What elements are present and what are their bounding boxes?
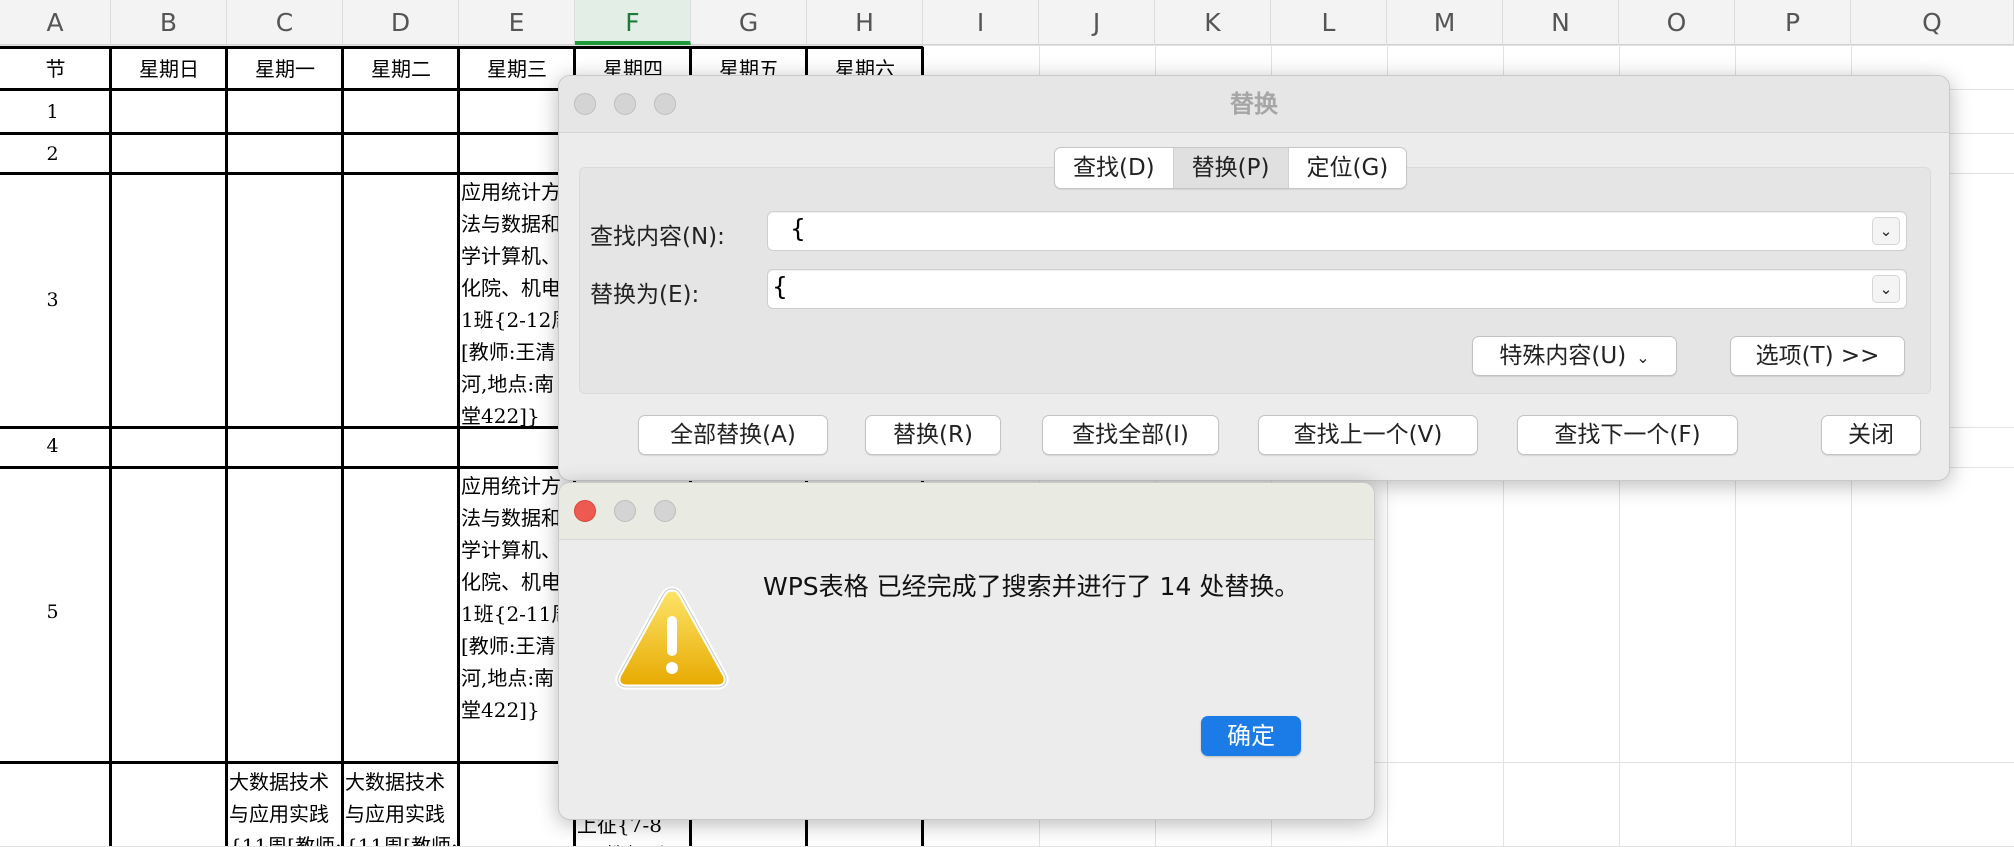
- column-header-c[interactable]: C: [227, 0, 343, 45]
- replace-dialog-titlebar[interactable]: 替换: [559, 76, 1949, 133]
- chevron-down-icon[interactable]: ⌄: [1872, 275, 1900, 303]
- special-content-button[interactable]: 特殊内容(U) ⌄: [1472, 336, 1677, 376]
- cell-A1[interactable]: 节: [0, 48, 111, 90]
- column-header-m[interactable]: M: [1387, 0, 1503, 45]
- row-label-2[interactable]: 2: [0, 143, 105, 165]
- column-header-k[interactable]: K: [1155, 0, 1271, 45]
- row-label-1[interactable]: 1: [0, 101, 105, 123]
- alert-titlebar[interactable]: [559, 483, 1374, 540]
- cell-D1[interactable]: 星期二: [343, 48, 459, 90]
- column-header-a[interactable]: A: [0, 0, 111, 45]
- cell-E3-course[interactable]: 应用统计方 法与数据和 学计算机、 化院、机电 1班{2-12周 [教师:王清 …: [461, 176, 561, 436]
- row-label-3[interactable]: 3: [0, 289, 105, 311]
- column-header-l[interactable]: L: [1271, 0, 1387, 45]
- alert-message: WPS表格 已经完成了搜索并进行了 14 处替换。: [763, 572, 1300, 601]
- column-header-e[interactable]: E: [459, 0, 575, 45]
- zoom-button[interactable]: [654, 500, 676, 522]
- column-header-i[interactable]: I: [923, 0, 1039, 45]
- minimize-button[interactable]: [614, 500, 636, 522]
- column-header-d[interactable]: D: [343, 0, 459, 45]
- column-header-f[interactable]: F: [575, 0, 691, 45]
- replace-input[interactable]: { ⌄: [767, 269, 1907, 309]
- replace-all-button[interactable]: 全部替换(A): [638, 415, 828, 455]
- find-label: 查找内容(N):: [590, 224, 725, 250]
- find-input[interactable]: { ⌄: [767, 211, 1907, 251]
- close-button[interactable]: [574, 500, 596, 522]
- table-border-vertical: [109, 47, 112, 846]
- column-header-n[interactable]: N: [1503, 0, 1619, 45]
- cell-D6-course[interactable]: 大数据技术 与应用实践 {11周[教师:: [345, 766, 459, 846]
- replace-label: 替换为(E):: [590, 282, 700, 308]
- row-label-4[interactable]: 4: [0, 435, 105, 457]
- table-border-vertical: [225, 47, 228, 846]
- ok-button[interactable]: 确定: [1201, 716, 1301, 756]
- close-button[interactable]: [574, 93, 596, 115]
- find-input-value: {: [790, 214, 806, 243]
- cell-C1[interactable]: 星期一: [227, 48, 343, 90]
- replace-button[interactable]: 替换(R): [865, 415, 1001, 455]
- column-header-p[interactable]: P: [1735, 0, 1851, 45]
- replace-input-value: {: [772, 272, 788, 301]
- column-header-h[interactable]: H: [807, 0, 923, 45]
- tab-replace[interactable]: 替换(P): [1173, 148, 1289, 188]
- alert-dialog: WPS表格 已经完成了搜索并进行了 14 处替换。 确定: [558, 482, 1375, 820]
- table-border-vertical: [457, 47, 460, 846]
- row-label-5[interactable]: 5: [0, 601, 105, 623]
- warning-icon: [615, 586, 729, 690]
- tab-goto[interactable]: 定位(G): [1289, 148, 1407, 188]
- column-header-j[interactable]: J: [1039, 0, 1155, 45]
- table-border-vertical: [341, 47, 344, 846]
- column-header-q[interactable]: Q: [1851, 0, 2014, 45]
- column-header-o[interactable]: O: [1619, 0, 1735, 45]
- find-previous-button[interactable]: 查找上一个(V): [1258, 415, 1478, 455]
- find-all-button[interactable]: 查找全部(I): [1042, 415, 1219, 455]
- replace-panel: 查找内容(N): { ⌄ 替换为(E): { ⌄ 特殊内容(U) ⌄ 选项(T) …: [579, 167, 1931, 394]
- zoom-button[interactable]: [654, 93, 676, 115]
- cell-C6-course[interactable]: 大数据技术 与应用实践 {11周[教师:: [229, 766, 343, 846]
- find-next-button[interactable]: 查找下一个(F): [1517, 415, 1738, 455]
- minimize-button[interactable]: [614, 93, 636, 115]
- cell-B1[interactable]: 星期日: [111, 48, 227, 90]
- replace-dialog: 替换 查找内容(N): { ⌄ 替换为(E): { ⌄ 特殊内容(U) ⌄ 选项(…: [558, 75, 1950, 481]
- chevron-down-icon[interactable]: ⌄: [1872, 217, 1900, 245]
- column-header-g[interactable]: G: [691, 0, 807, 45]
- replace-dialog-title: 替换: [1230, 90, 1278, 118]
- column-header-b[interactable]: B: [111, 0, 227, 45]
- chevron-down-icon: ⌄: [1636, 348, 1650, 367]
- cell-E5-course[interactable]: 应用统计方 法与数据和 学计算机、 化院、机电 1班{2-11周 [教师:王清 …: [461, 470, 561, 730]
- tab-bar: 查找(D) 替换(P) 定位(G): [1054, 147, 1408, 189]
- options-button[interactable]: 选项(T) >>: [1730, 336, 1905, 376]
- tab-find[interactable]: 查找(D): [1055, 148, 1174, 188]
- close-dialog-button[interactable]: 关闭: [1821, 415, 1921, 455]
